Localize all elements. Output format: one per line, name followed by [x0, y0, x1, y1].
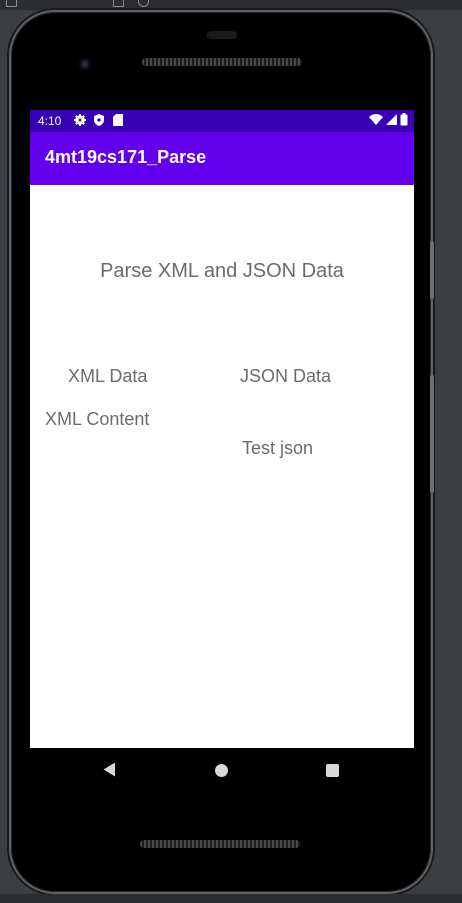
- home-icon[interactable]: [215, 764, 228, 777]
- ide-status-strip: [0, 894, 462, 903]
- app-bar: 4mt19cs171_Parse: [30, 132, 414, 185]
- earpiece: [207, 31, 237, 39]
- volume-button[interactable]: [430, 241, 434, 299]
- json-data-button[interactable]: JSON Data: [240, 366, 331, 387]
- ide-icon: [138, 0, 149, 7]
- device-screen: 4:10 4mt19cs171_Parse Parse XML and JSON…: [30, 110, 414, 748]
- top-speaker-grille: [142, 58, 302, 66]
- shield-icon: [94, 114, 104, 126]
- sd-card-icon: [113, 114, 123, 126]
- ide-toolbar-strip: [0, 0, 462, 10]
- recents-icon[interactable]: [326, 764, 339, 777]
- front-camera: [79, 58, 91, 70]
- battery-icon: [400, 113, 408, 126]
- json-content-text: Test json: [242, 438, 314, 458]
- wifi-icon: [369, 113, 383, 125]
- back-icon[interactable]: [103, 762, 116, 777]
- bottom-speaker-grille: [140, 840, 300, 848]
- xml-data-button[interactable]: XML Data: [68, 366, 147, 387]
- signal-icon: [386, 113, 397, 125]
- page-heading: Parse XML and JSON Data: [100, 260, 344, 282]
- ide-icon: [113, 0, 124, 7]
- gear-icon: [74, 114, 86, 126]
- navigation-bar: [30, 748, 414, 794]
- ide-icon: [6, 0, 17, 7]
- xml-content-text: XML Content: [45, 409, 150, 429]
- status-bar: 4:10: [30, 110, 414, 132]
- power-button[interactable]: [430, 375, 434, 493]
- status-time: 4:10: [38, 114, 62, 128]
- app-title: 4mt19cs171_Parse: [45, 147, 207, 167]
